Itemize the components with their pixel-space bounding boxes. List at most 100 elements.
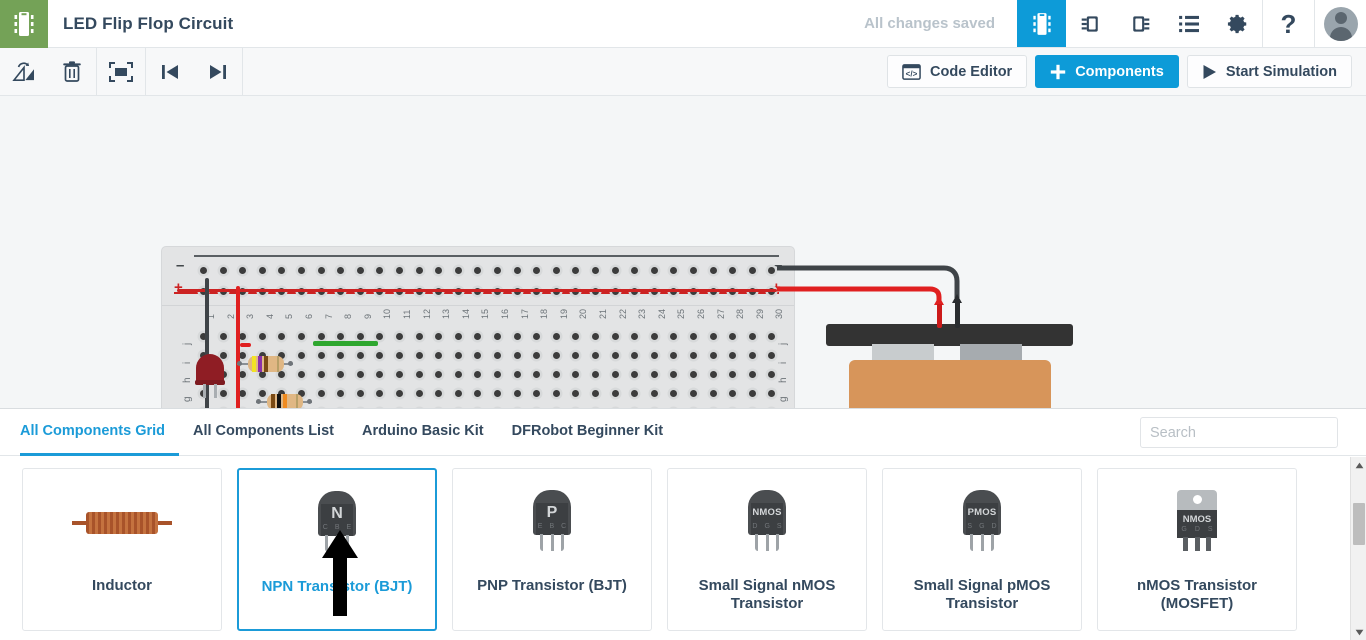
schematic-view-button[interactable] — [1066, 0, 1115, 47]
to92-package-icon: P EBC — [527, 490, 577, 556]
clip-body-black — [955, 302, 960, 328]
fit-to-screen-button[interactable] — [97, 48, 145, 95]
pin-leg-right — [1206, 537, 1211, 551]
component-card[interactable]: NMOS DGS Small Signal nMOS Transistor — [667, 468, 867, 631]
pin-labels: CBE — [312, 524, 362, 531]
pin-leg-center — [550, 534, 554, 551]
editor-toolbar: </> Code Editor Components Start Simulat… — [0, 47, 1366, 96]
fit-screen-icon — [109, 61, 133, 82]
pin-leg-center — [335, 535, 339, 552]
chip-icon — [14, 12, 34, 36]
scroll-down-arrow[interactable] — [1351, 624, 1366, 640]
page-title: LED Flip Flop Circuit — [63, 13, 234, 33]
resistor-endcap-left — [237, 361, 242, 366]
component-art: PMOS SGD — [883, 469, 1081, 577]
tab-arduino-basic-kit[interactable]: Arduino Basic Kit — [348, 409, 498, 456]
led-flange — [195, 380, 225, 385]
resistor-1[interactable] — [237, 356, 293, 372]
pin-leg-center — [1194, 537, 1200, 551]
pin-label: D — [991, 523, 997, 530]
pin-labels: DGS — [742, 523, 792, 530]
trash-icon — [63, 60, 81, 82]
pin-leg-right — [991, 534, 994, 551]
list-view-button[interactable] — [1164, 0, 1213, 47]
tab-all-components-list[interactable]: All Components List — [179, 409, 348, 456]
code-editor-button[interactable]: </> Code Editor — [887, 55, 1028, 88]
inductor-lead-right — [156, 521, 172, 525]
user-avatar-button[interactable] — [1314, 0, 1366, 47]
resistor-band-2 — [277, 394, 281, 408]
app-logo[interactable] — [0, 0, 48, 48]
component-card[interactable]: N CBE NPN Transistor (BJT) — [237, 468, 437, 631]
package-marking: NMOS — [752, 507, 782, 518]
search-input[interactable] — [1150, 424, 1337, 441]
mounting-hole — [1193, 495, 1202, 504]
to92-package-icon: NMOS DGS — [742, 490, 792, 556]
component-label: PNP Transistor (BJT) — [477, 577, 627, 594]
play-icon — [1203, 64, 1216, 79]
circuit-canvas[interactable]: – + – + 11223344556677889910101111121213… — [0, 96, 1366, 408]
pin-leg-left — [970, 534, 973, 551]
code-editor-label: Code Editor — [930, 63, 1013, 80]
start-simulation-button[interactable]: Start Simulation — [1186, 55, 1352, 88]
resistor-band-3 — [264, 356, 268, 372]
breadboard-view-button[interactable] — [1017, 0, 1066, 47]
pin-leg-right — [346, 535, 349, 552]
chevron-down-icon — [1355, 629, 1363, 635]
tab-dfrobot-beginner-kit[interactable]: DFRobot Beginner Kit — [498, 409, 677, 456]
delete-button[interactable] — [48, 48, 96, 95]
resistor-band-tol — [277, 356, 279, 372]
component-label: Inductor — [92, 577, 152, 594]
pin-label: C — [561, 523, 567, 530]
rotate-button[interactable] — [0, 48, 48, 95]
pin-label: S — [967, 523, 973, 530]
components-tabs: All Components Grid All Components List Ar… — [20, 409, 677, 456]
resistor-2[interactable] — [256, 394, 312, 408]
skip-forward-icon — [210, 64, 226, 79]
scroll-up-arrow[interactable] — [1351, 457, 1366, 473]
components-button[interactable]: Components — [1035, 55, 1179, 88]
svg-text:</>: </> — [906, 69, 918, 78]
component-card[interactable]: PMOS SGD Small Signal pMOS Transistor — [882, 468, 1082, 631]
package-marking: N — [331, 505, 343, 522]
package-marking: NMOS — [1182, 514, 1212, 525]
led-leg-cathode — [214, 384, 217, 398]
led-leg-anode — [203, 384, 206, 398]
toolbar-left-group — [0, 47, 243, 96]
resistor-band-1 — [252, 356, 256, 372]
pin-leg-left — [325, 535, 328, 552]
tab-all-components-grid[interactable]: All Components Grid — [20, 409, 179, 456]
pin-leg-left — [540, 534, 543, 551]
inductor-icon — [72, 508, 172, 538]
redo-button[interactable] — [194, 48, 242, 95]
components-panel-header: All Components Grid All Components List Ar… — [0, 409, 1366, 456]
battery-clip-black[interactable] — [952, 294, 963, 328]
header-spacer — [233, 0, 864, 47]
help-button[interactable]: ? — [1262, 0, 1314, 47]
pin-labels: GDS — [1172, 526, 1222, 533]
component-card[interactable]: P EBC PNP Transistor (BJT) — [452, 468, 652, 631]
toolbar-right-group: </> Code Editor Components Start Simulat… — [887, 55, 1366, 88]
pin-leg-right — [776, 534, 779, 551]
battery-clip-red[interactable] — [934, 296, 945, 328]
component-label: Small Signal nMOS Transistor — [698, 577, 836, 612]
to220-package-icon: NMOS GDS — [1172, 490, 1222, 556]
component-art: P EBC — [453, 469, 651, 577]
scroll-thumb[interactable] — [1353, 503, 1365, 545]
component-card[interactable]: Inductor — [22, 468, 222, 631]
breadboard-view-icon — [1032, 12, 1051, 35]
led-upper[interactable] — [195, 354, 225, 398]
code-editor-icon: </> — [902, 63, 921, 80]
components-grid: Inductor N CBE NPN Transistor (BJT) P EB… — [22, 468, 1350, 640]
pcb-view-button[interactable] — [1115, 0, 1164, 47]
component-card[interactable]: NMOS GDS nMOS Transistor (MOSFET) — [1097, 468, 1297, 631]
schematic-view-icon — [1081, 15, 1098, 32]
undo-button[interactable] — [146, 48, 194, 95]
pin-label: G — [1181, 526, 1187, 533]
inductor-coil — [86, 512, 158, 534]
search-box[interactable] — [1140, 417, 1338, 448]
component-label: nMOS Transistor (MOSFET) — [1136, 577, 1258, 612]
settings-button[interactable] — [1213, 0, 1262, 47]
components-scrollbar[interactable] — [1350, 457, 1366, 640]
pin-leg-left — [1183, 537, 1188, 551]
